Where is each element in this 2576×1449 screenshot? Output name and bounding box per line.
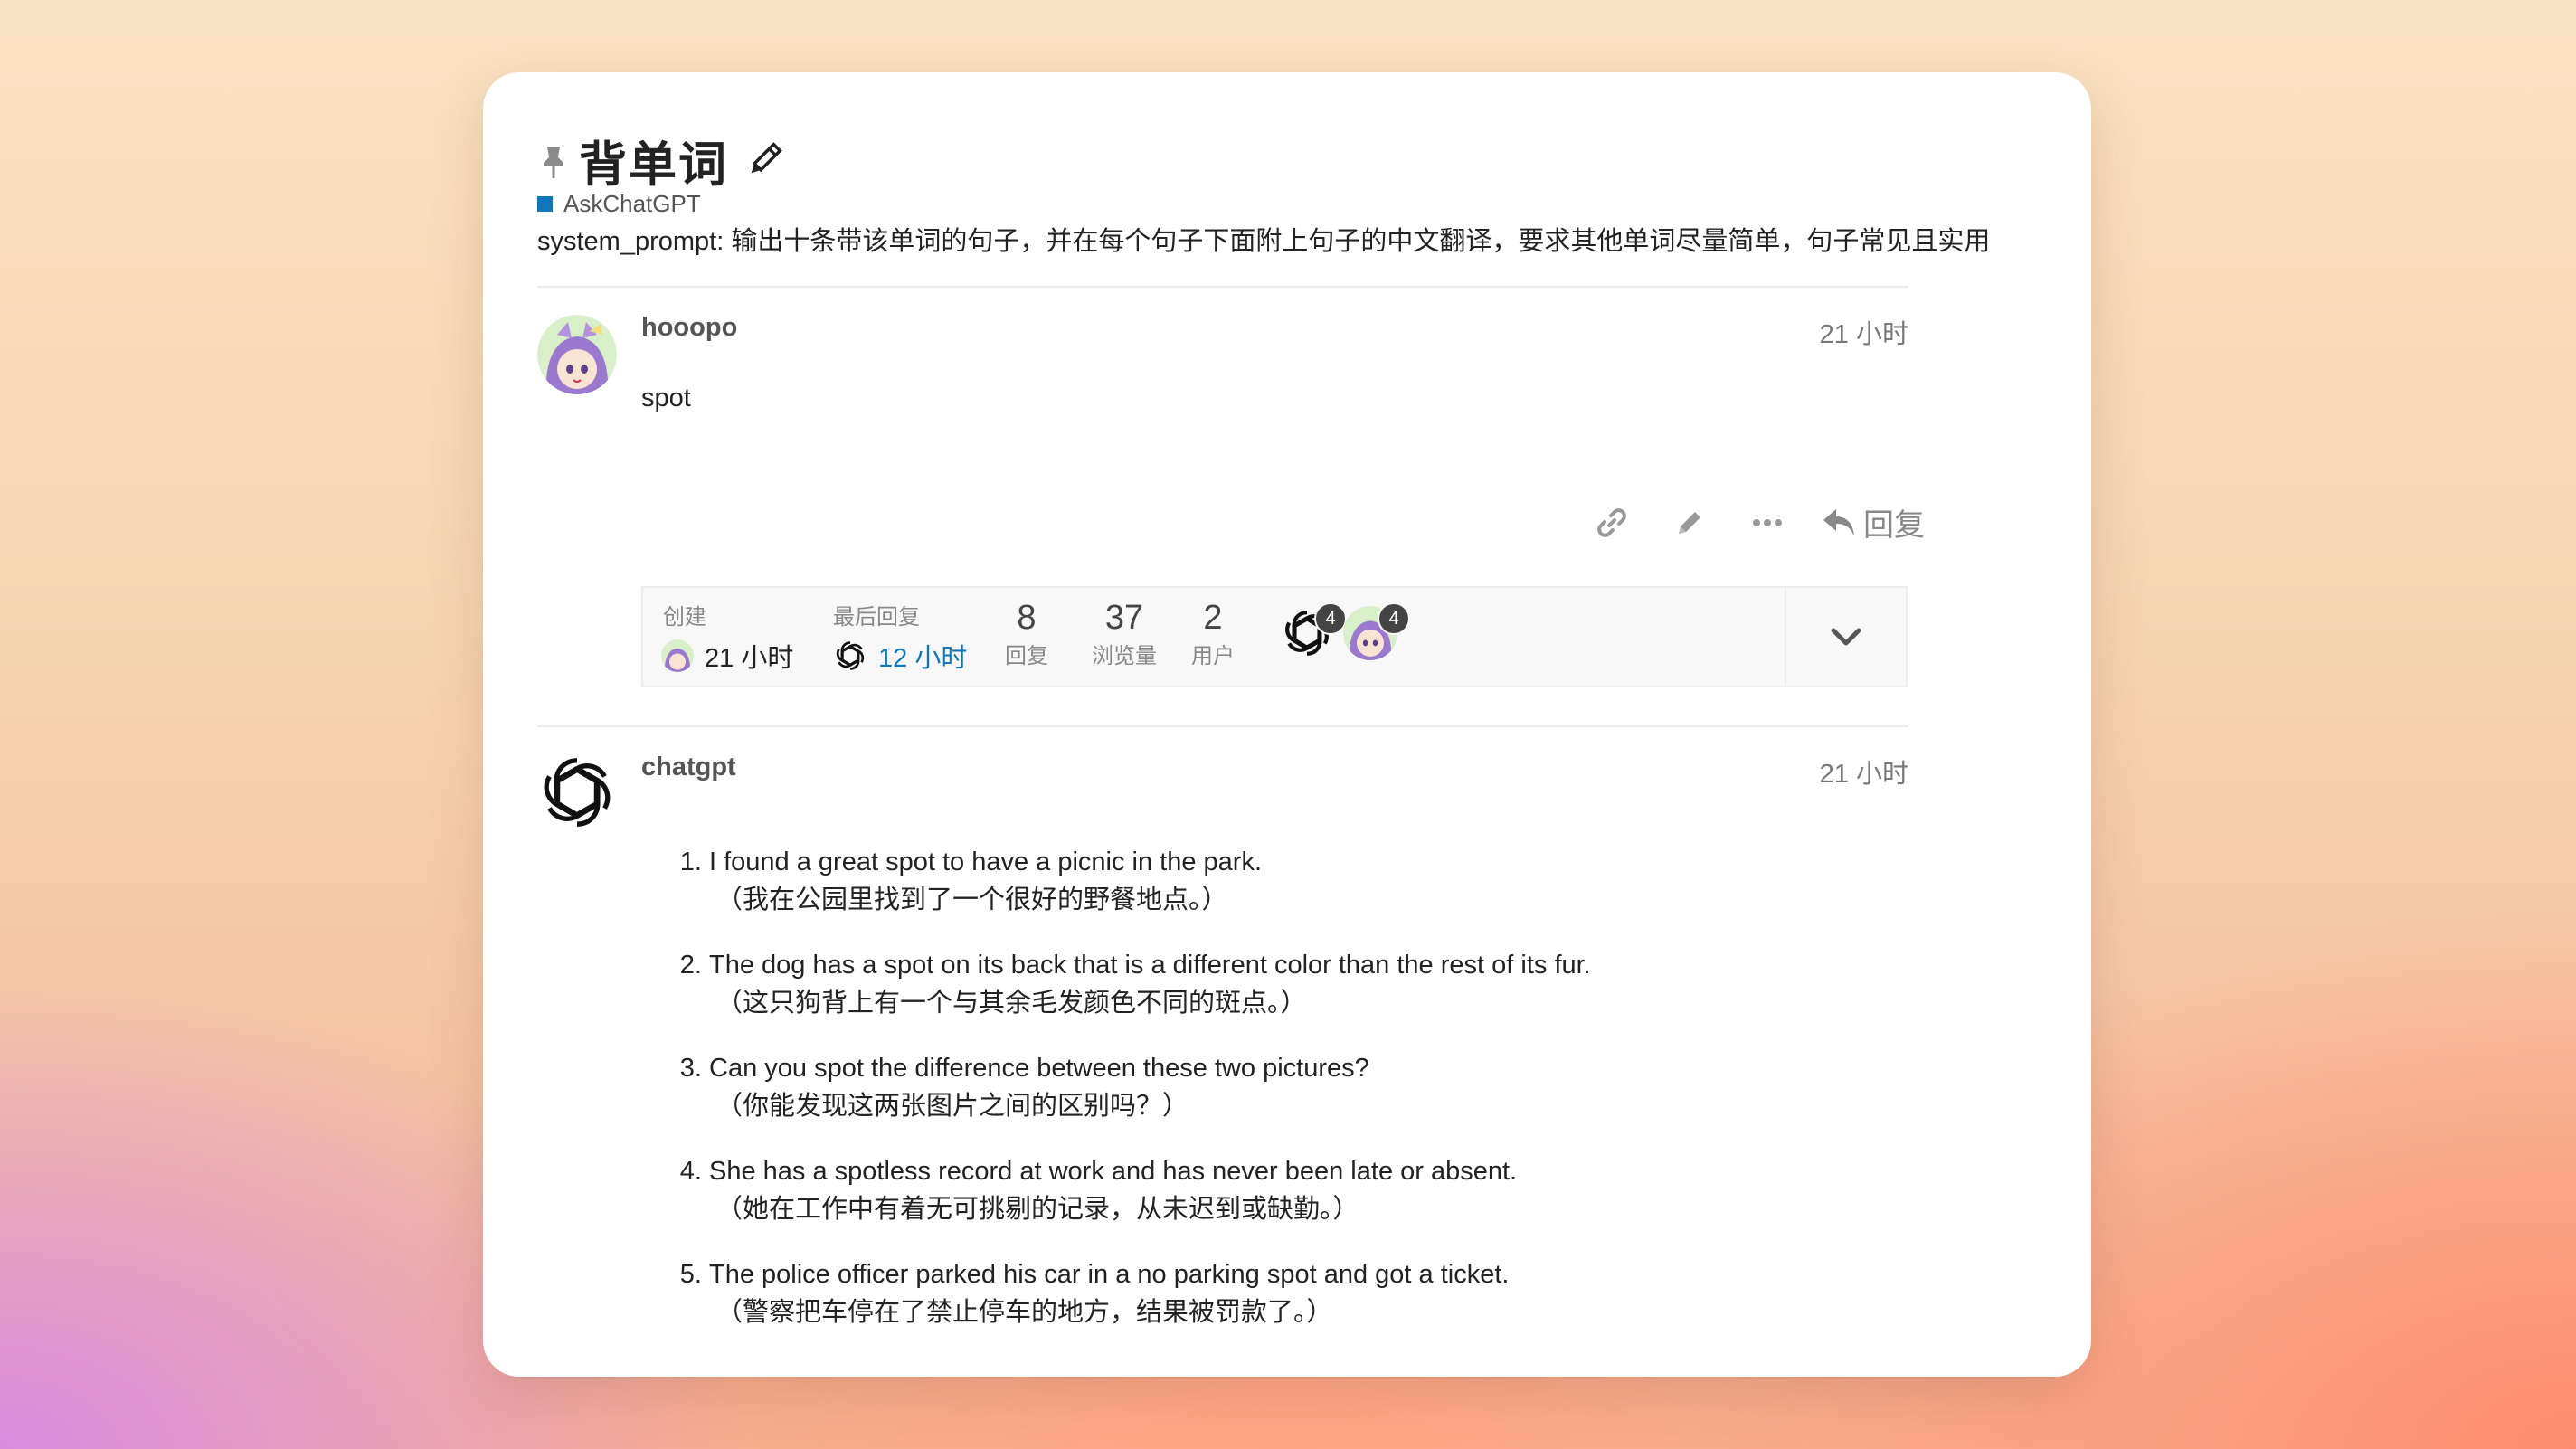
sentence-zh: （警察把车停在了禁止停车的地方，结果被罚款了。） xyxy=(716,1298,1333,1327)
topic-card: 背单词 AskChatGPT system_prompt: 输出十条带该单词的句… xyxy=(483,72,2091,1377)
sentence-en: The police officer parked his car in a n… xyxy=(709,1260,1510,1289)
category-badge[interactable]: AskChatGPT xyxy=(537,190,701,218)
last-reply-label: 最后回复 xyxy=(833,605,920,630)
expand-topic-map-button[interactable] xyxy=(1785,588,1906,686)
last-reply-info[interactable]: 12 小时 xyxy=(833,637,967,675)
users-count: 2 xyxy=(1203,599,1223,637)
system-prompt-text: system_prompt: 输出十条带该单词的句子，并在每个句子下面附上句子的… xyxy=(537,227,1991,256)
link-icon[interactable] xyxy=(1594,505,1630,541)
participant-chatgpt[interactable]: 4 xyxy=(1280,602,1347,664)
divider xyxy=(537,286,1908,288)
replies-label: 回复 xyxy=(1005,644,1048,668)
divider xyxy=(537,725,1908,727)
creator-avatar xyxy=(661,639,694,672)
created-label: 创建 xyxy=(663,605,706,630)
sentence-zh: （这只狗背上有一个与其余毛发颜色不同的斑点。） xyxy=(716,989,1307,1018)
reply-button[interactable]: 回复 xyxy=(1822,500,1925,545)
views-count: 37 xyxy=(1104,599,1144,637)
replies-count: 8 xyxy=(1017,599,1037,637)
list-item: I found a great spot to have a picnic in… xyxy=(709,843,1885,919)
list-item: The dog has a spot on its back that is a… xyxy=(709,946,1885,1022)
topic-title[interactable]: 背单词 xyxy=(579,127,728,195)
sentence-en: Can you spot the difference between thes… xyxy=(709,1054,1369,1083)
sentence-en: She has a spotless record at work and ha… xyxy=(709,1157,1518,1186)
users-stat: 2 用户 xyxy=(1186,599,1240,669)
list-item: Can you spot the difference between thes… xyxy=(709,1049,1885,1125)
users-label: 用户 xyxy=(1191,644,1235,668)
category-color-swatch xyxy=(537,196,553,212)
post-count-badge: 4 xyxy=(1314,602,1347,635)
edit-icon[interactable] xyxy=(1672,505,1708,541)
post-count-badge: 4 xyxy=(1378,602,1410,635)
views-label: 浏览量 xyxy=(1092,644,1157,668)
edit-title-icon[interactable] xyxy=(743,140,784,182)
user-avatar-hooopo[interactable] xyxy=(537,315,617,394)
sentence-en: I found a great spot to have a picnic in… xyxy=(709,848,1262,876)
list-item: She has a spotless record at work and ha… xyxy=(709,1152,1885,1228)
post-username[interactable]: hooopo xyxy=(641,313,737,343)
reply-arrow-icon xyxy=(1822,507,1856,538)
participant-hooopo[interactable]: 4 xyxy=(1343,602,1410,664)
created-info[interactable]: 21 小时 xyxy=(661,637,793,675)
post-body-text: spot xyxy=(641,384,691,412)
sentence-en: The dog has a spot on its back that is a… xyxy=(709,951,1591,980)
category-name: AskChatGPT xyxy=(564,190,701,217)
last-reply-time: 12 小时 xyxy=(878,644,968,673)
sentence-zh: （我在公园里找到了一个很好的野餐地点。） xyxy=(716,886,1228,914)
post-username[interactable]: chatgpt xyxy=(641,753,736,782)
sentence-list: I found a great spot to have a picnic in… xyxy=(668,843,1885,1359)
chevron-down-icon xyxy=(1830,627,1862,647)
topic-map: 创建 21 小时 最后回复 12 小时 8 回复 37 浏览量 2 用户 4 4 xyxy=(641,586,1908,687)
more-options-icon[interactable] xyxy=(1749,505,1785,541)
chatgpt-logo-icon xyxy=(833,639,867,673)
post-timestamp[interactable]: 21 小时 xyxy=(1820,313,1908,351)
sentence-zh: （你能发现这两张图片之间的区别吗？） xyxy=(716,1092,1189,1121)
views-stat: 37 浏览量 xyxy=(1086,599,1162,669)
topic-title-row: 背单词 xyxy=(537,125,784,197)
list-item: The police officer parked his car in a n… xyxy=(709,1255,1885,1331)
sentence-zh: （她在工作中有着无可挑剔的记录，从未迟到或缺勤。） xyxy=(716,1195,1359,1224)
user-avatar-chatgpt[interactable] xyxy=(537,753,617,832)
post-timestamp[interactable]: 21 小时 xyxy=(1820,753,1908,791)
reply-button-label: 回复 xyxy=(1863,508,1925,543)
pin-icon[interactable] xyxy=(537,141,570,181)
created-time: 21 小时 xyxy=(705,644,794,673)
post-actions-bar: 回复 xyxy=(1552,500,1925,545)
replies-stat: 8 回复 xyxy=(999,599,1054,669)
